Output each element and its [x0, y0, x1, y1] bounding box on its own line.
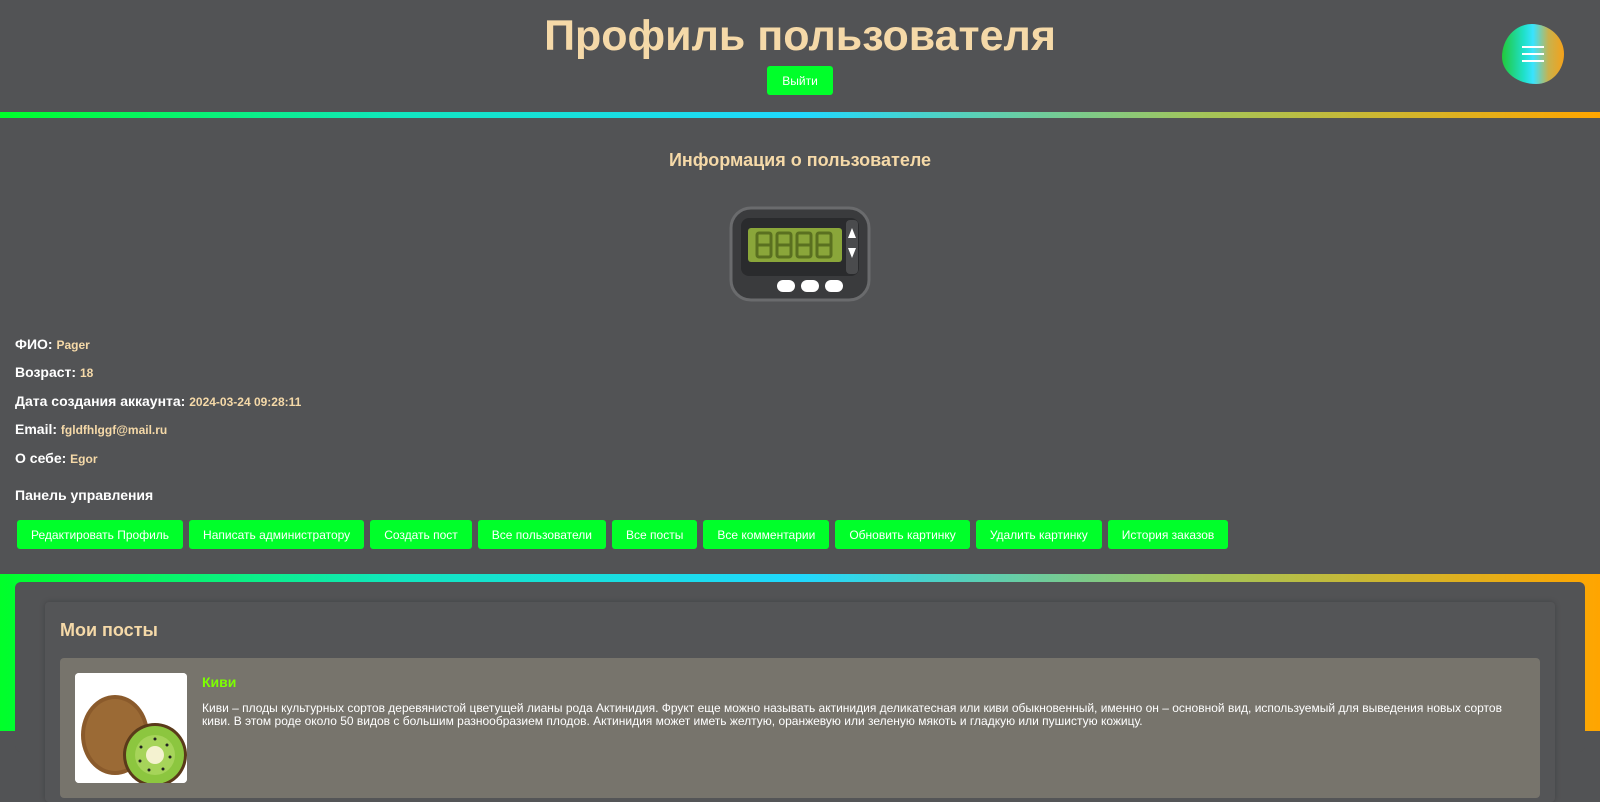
page-title: Профиль пользователя	[544, 12, 1056, 60]
field-label: Дата создания аккаунта:	[15, 393, 186, 409]
hamburger-icon-line	[1522, 53, 1544, 55]
field-label: ФИО:	[15, 336, 53, 352]
avatar	[729, 206, 871, 307]
field-value: Pager	[56, 338, 90, 352]
hamburger-icon-line	[1522, 60, 1544, 62]
hamburger-icon	[1522, 46, 1544, 48]
posts-container: Мои посты Киви Киви – плоды культурных с…	[15, 582, 1585, 802]
edit-profile-button[interactable]: Редактировать Профиль	[17, 520, 184, 549]
update-picture-button[interactable]: Обновить картинку	[835, 520, 970, 549]
kiwi-image	[75, 673, 187, 783]
field-age: Возраст: 18	[15, 364, 93, 380]
field-label: Возраст:	[15, 364, 77, 380]
posts-section: Мои посты Киви Киви – плоды культурных с…	[0, 574, 1600, 802]
message-admin-button[interactable]: Написать администратору	[189, 520, 365, 549]
user-info-title: Информация о пользователе	[668, 150, 932, 170]
field-fio: ФИО: Pager	[15, 336, 90, 352]
all-comments-button[interactable]: Все комментарии	[703, 520, 830, 549]
field-email: Email: fgldfhlggf@mail.ru	[15, 421, 167, 437]
field-label: Email:	[15, 421, 58, 437]
field-label: О себе:	[15, 450, 67, 466]
posts-card: Мои посты Киви Киви – плоды культурных с…	[45, 602, 1555, 802]
create-post-button[interactable]: Создать пост	[370, 520, 472, 549]
control-panel-buttons: Редактировать Профиль Написать администр…	[17, 520, 1229, 549]
pager-icon	[729, 206, 871, 302]
user-info-section: Информация о пользователе ФИО: Pager Воз…	[0, 118, 1600, 568]
page-header: Профиль пользователя Выйти	[0, 0, 1600, 112]
field-about: О себе: Egor	[15, 450, 98, 466]
all-posts-button[interactable]: Все посты	[612, 520, 698, 549]
field-value: 18	[79, 366, 94, 380]
field-value: fgldfhlggf@mail.ru	[60, 423, 168, 437]
field-value: 2024-03-24 09:28:11	[189, 395, 302, 409]
menu-button[interactable]	[1502, 24, 1564, 84]
control-panel-label: Панель управления	[15, 487, 154, 503]
delete-picture-button[interactable]: Удалить картинку	[975, 520, 1102, 549]
all-users-button[interactable]: Все пользователи	[477, 520, 607, 549]
list-item[interactable]: Киви Киви – плоды культурных сортов дере…	[60, 658, 1540, 798]
posts-title: Мои посты	[60, 620, 158, 640]
field-value: Egor	[70, 452, 98, 466]
logout-button[interactable]: Выйти	[767, 66, 833, 95]
order-history-button[interactable]: История заказов	[1107, 520, 1229, 549]
post-text: Киви – плоды культурных сортов деревянис…	[202, 701, 1502, 728]
post-title[interactable]: Киви	[202, 674, 236, 690]
field-created: Дата создания аккаунта: 2024-03-24 09:28…	[15, 393, 301, 409]
